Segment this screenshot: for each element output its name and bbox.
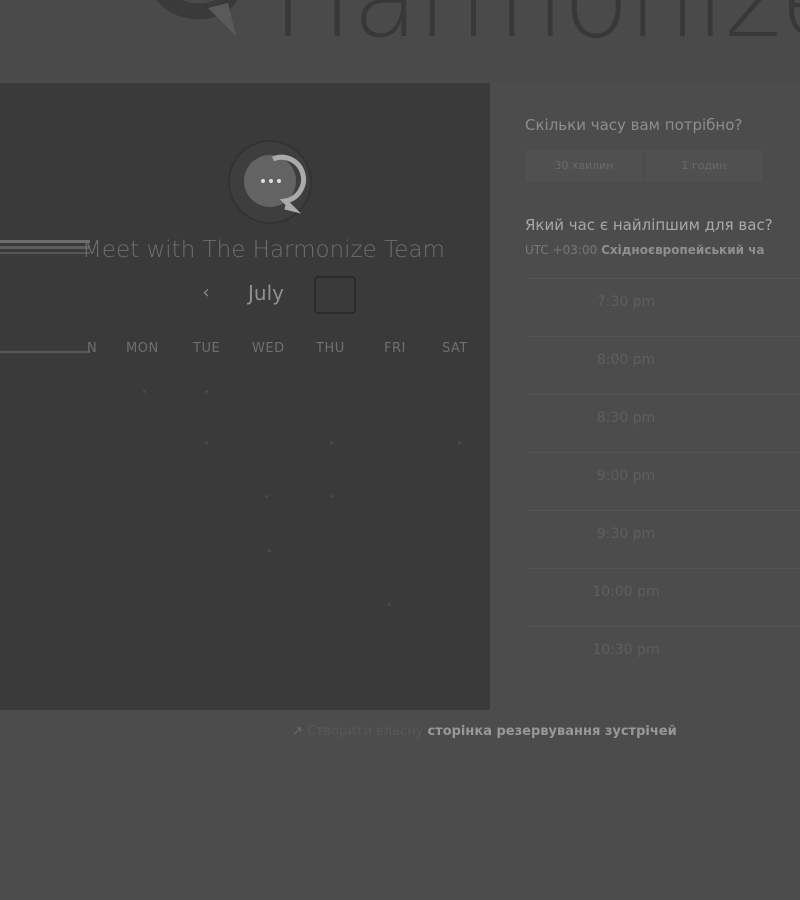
duration-30-button[interactable]: 30 хвилин [525,150,643,182]
weekday-wed: WED [252,341,285,356]
time-question: Який час є найліпшим для вас? [525,216,773,234]
day-cell[interactable] [458,441,461,444]
back-button[interactable] [0,237,90,257]
weekday-thu: THU [316,341,345,356]
time-slot[interactable]: 7:30 pm [528,278,800,324]
day-cell[interactable] [388,603,391,606]
footer-prefix: Створити власну [306,724,424,739]
month-label: July [248,281,284,305]
meeting-title: Meet with The Harmonize Team [82,237,445,263]
timezone-name: Східноєвропейський ча [601,243,765,257]
footer: ↗ Створити власну сторінка резервування з… [292,724,677,739]
weekday-sat: SAT [442,341,468,356]
harmonize-avatar-icon [228,140,312,224]
day-cell[interactable] [265,495,268,498]
weekday-header: N MON TUE WED THU FRI SAT [0,341,490,361]
weekday-fri: FRI [384,341,406,356]
weekday-mon: MON [126,341,159,356]
day-cell[interactable] [205,390,208,393]
prev-month-button[interactable]: ‹ [196,281,216,305]
day-cell[interactable] [143,390,146,393]
create-booking-page-link[interactable]: сторінка резервування зустрічей [427,724,676,739]
weekday-tue: TUE [193,341,221,356]
day-cell[interactable] [330,441,333,444]
day-cell[interactable] [268,549,271,552]
timezone-offset: UTC +03:00 [525,243,598,257]
duration-question: Скільки часу вам потрібно? [525,116,743,134]
time-slot[interactable]: 9:00 pm [528,452,800,498]
month-navigation: ‹ July [190,276,370,321]
day-cell[interactable] [330,495,333,498]
time-slot[interactable]: 8:30 pm [528,394,800,440]
arrow-icon: ↗ [292,724,303,739]
logo-text: Harmonize [272,0,800,54]
weekday-sun: N [87,341,98,356]
time-slot[interactable]: 8:00 pm [528,336,800,382]
time-slot[interactable]: 9:30 pm [528,510,800,556]
calendar-panel: Meet with The Harmonize Team ‹ July N MO… [0,83,490,710]
duration-60-button[interactable]: 1 годин [645,150,763,182]
time-slot[interactable]: 10:00 pm [528,568,800,614]
harmonize-logo-icon [157,0,238,36]
timezone-selector[interactable]: UTC +03:00 Східноєвропейський ча [525,243,765,257]
header: Harmonize [0,0,800,82]
day-cell[interactable] [205,441,208,444]
time-slot[interactable]: 10:30 pm [528,626,800,672]
next-month-button[interactable] [314,276,356,314]
